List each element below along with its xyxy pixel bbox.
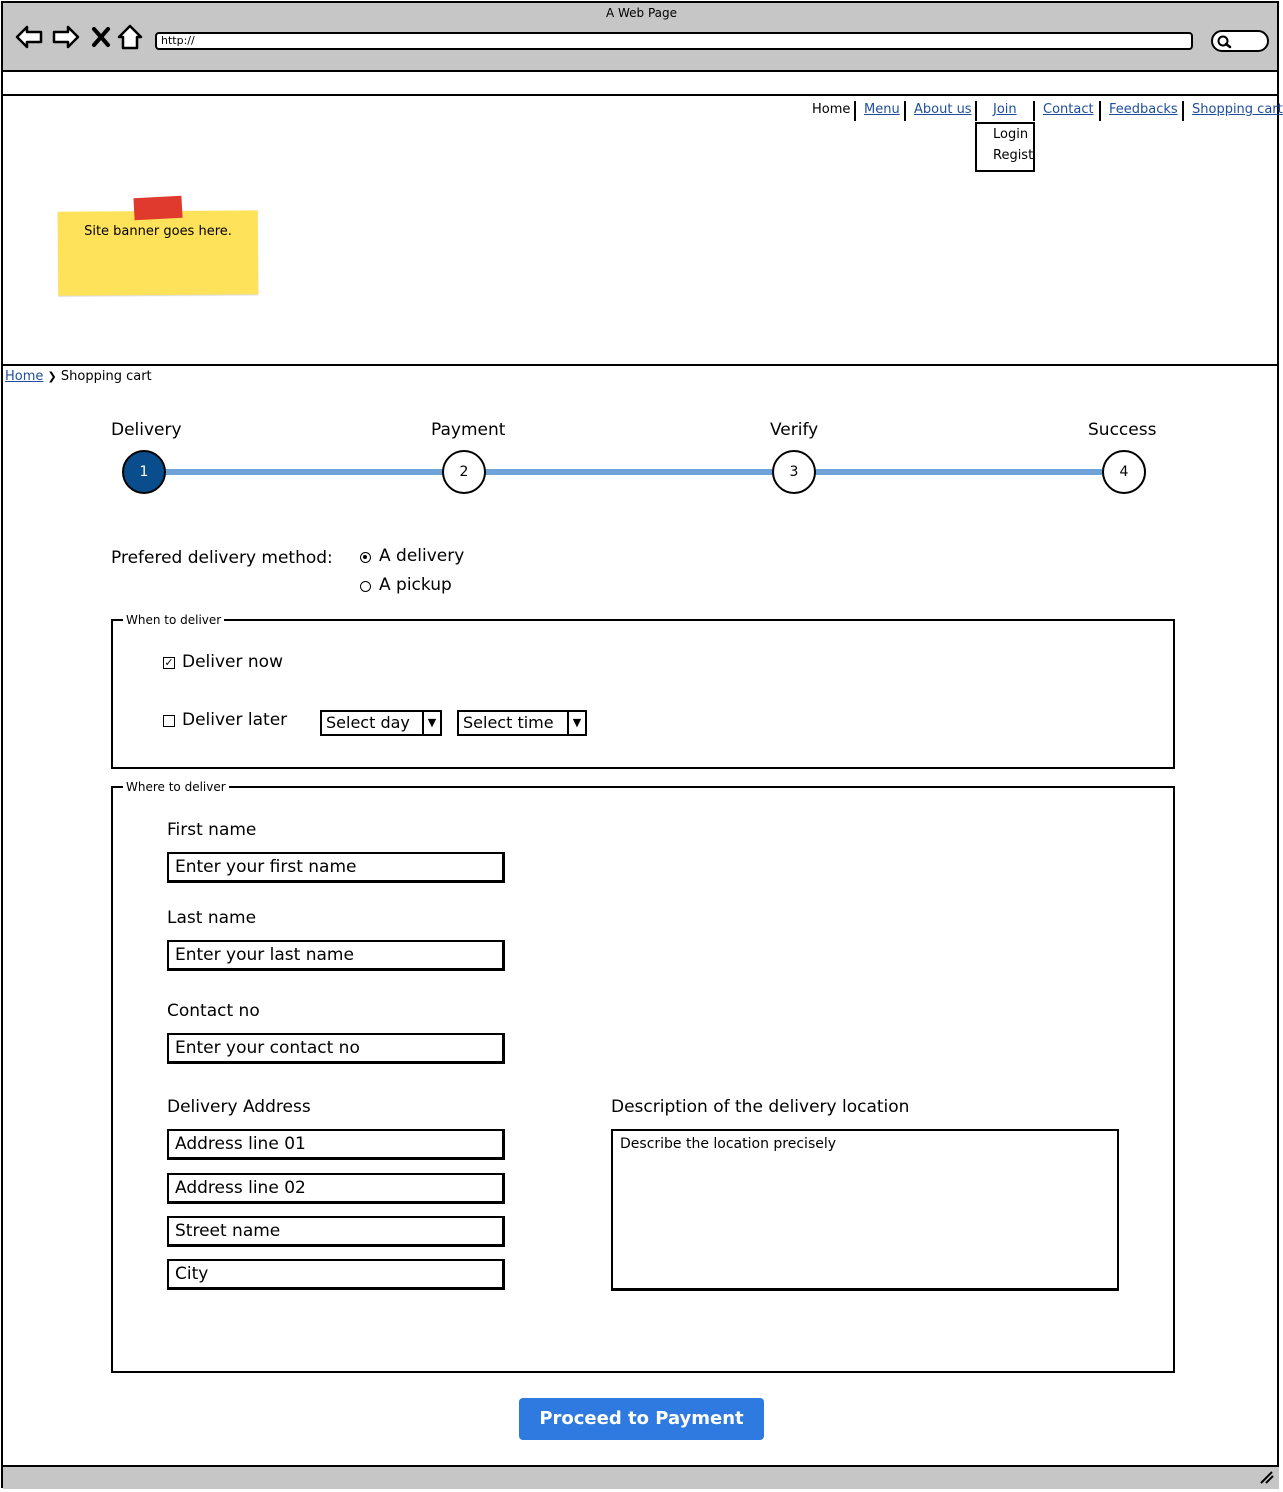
deliver-now-label[interactable]: Deliver now [182,652,283,672]
nav-contact[interactable]: Contact [1043,101,1094,119]
step-label-payment: Payment [431,420,506,440]
radio-delivery-label[interactable]: A delivery [379,546,464,566]
select-time-dropdown[interactable]: Select time ▼ [457,710,587,736]
nav-separator [1099,101,1101,121]
nav-separator [1033,101,1035,121]
browser-statusbar [3,1465,1279,1489]
resize-grip-icon[interactable] [1259,1470,1275,1488]
breadcrumb-home-link[interactable]: Home [5,369,43,384]
select-day-dropdown[interactable]: Select day ▼ [320,710,442,736]
deliver-now-checkbox[interactable]: ✓ [163,657,175,669]
nav-join[interactable]: Join [993,101,1017,119]
breadcrumb-current: Shopping cart [60,369,152,384]
step-1-circle[interactable]: 1 [122,450,166,494]
dropdown-arrow-icon: ▼ [567,712,585,734]
step-label-verify: Verify [770,420,819,440]
menu-item-login[interactable]: Login [977,124,1033,145]
radio-pickup-label[interactable]: A pickup [379,575,452,595]
address-line-2-input[interactable]: Address line 02 [167,1173,505,1204]
contact-no-input[interactable]: Enter your contact no [167,1033,505,1064]
step-connector [160,469,450,475]
first-name-input[interactable]: Enter your first name [167,852,505,883]
menu-item-register[interactable]: Regist [977,145,1033,166]
step-connector [810,469,1110,475]
step-label-delivery: Delivery [111,420,182,440]
step-label-success: Success [1088,420,1157,440]
where-to-deliver-legend: Where to deliver [126,780,226,794]
breadcrumb: Home ❯ Shopping cart [5,369,152,384]
delivery-address-label: Delivery Address [167,1097,311,1117]
last-name-input[interactable]: Enter your last name [167,940,505,971]
delivery-method-label: Prefered delivery method: [111,548,333,568]
address-line-1-input[interactable]: Address line 01 [167,1129,505,1160]
nav-separator [1182,101,1184,121]
step-4-circle[interactable]: 4 [1102,450,1146,494]
chevron-right-icon: ❯ [47,370,57,383]
dropdown-arrow-icon: ▼ [422,712,440,734]
deliver-later-checkbox[interactable] [163,715,175,727]
nav-shopping-cart[interactable]: Shopping cart [1192,101,1283,119]
street-name-input[interactable]: Street name [167,1216,505,1247]
step-connector [480,469,780,475]
join-dropdown-menu: Login Regist [975,122,1035,172]
location-description-label: Description of the delivery location [611,1097,910,1117]
header-divider [3,364,1279,366]
nav-menu[interactable]: Menu [864,101,900,119]
tape-decoration [133,195,183,221]
step-3-circle[interactable]: 3 [772,450,816,494]
city-input[interactable]: City [167,1259,505,1290]
select-day-value: Select day [326,713,410,732]
location-description-textarea[interactable]: Describe the location precisely [611,1129,1119,1291]
nav-feedbacks[interactable]: Feedbacks [1109,101,1178,119]
last-name-label: Last name [167,908,257,928]
radio-pickup[interactable] [360,581,371,592]
select-time-value: Select time [463,713,554,732]
proceed-to-payment-button[interactable]: Proceed to Payment [519,1398,764,1440]
when-to-deliver-group: When to deliver [111,613,1175,769]
deliver-later-label[interactable]: Deliver later [182,710,287,730]
step-2-circle[interactable]: 2 [442,450,486,494]
radio-delivery[interactable] [360,552,371,563]
nav-about-us[interactable]: About us [914,101,972,119]
contact-no-label: Contact no [167,1001,260,1021]
nav-separator [854,101,856,121]
nav-home[interactable]: Home [812,101,850,119]
nav-separator [904,101,906,121]
first-name-label: First name [167,820,257,840]
when-to-deliver-legend: When to deliver [126,613,222,627]
site-banner-text: Site banner goes here. [84,224,232,239]
nav-separator [975,101,977,121]
